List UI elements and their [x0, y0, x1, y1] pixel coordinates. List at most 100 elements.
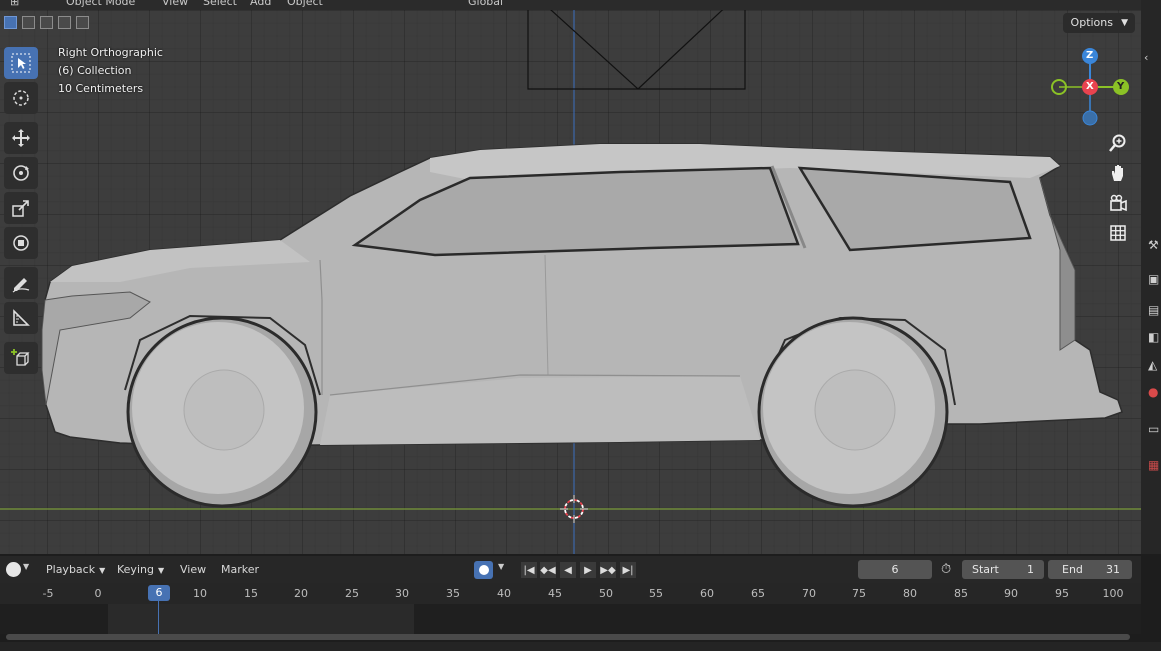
output-icon[interactable]: ▤ [1148, 303, 1161, 317]
clock-icon[interactable] [6, 562, 21, 577]
frame-ruler[interactable]: -5 0 6 10 15 20 25 30 35 40 45 50 55 60 … [0, 583, 1141, 604]
play-reverse-icon[interactable]: ◀ [560, 562, 576, 578]
gizmo-z-label[interactable]: Z [1086, 50, 1093, 61]
jump-end-icon[interactable]: ▶| [620, 562, 636, 578]
next-keyframe-icon[interactable]: ▶◆ [600, 562, 616, 578]
scale-icon [12, 200, 29, 217]
add-cube-icon [11, 349, 30, 366]
timeline-track[interactable] [0, 604, 1141, 634]
ruler-tick: 20 [294, 587, 308, 600]
collection-icon[interactable]: ▭ [1148, 422, 1161, 436]
end-frame-field[interactable]: End 31 [1048, 560, 1132, 579]
ruler-tick: 0 [94, 587, 102, 600]
jump-start-icon[interactable]: |◀ [521, 562, 537, 578]
ruler-tick: 40 [497, 587, 511, 600]
scene-canvas [0, 10, 1141, 554]
record-icon [479, 565, 489, 575]
ruler-tick: 70 [802, 587, 816, 600]
cursor-arrow-icon [11, 53, 31, 73]
menu-keying[interactable]: Keying ▼ [117, 563, 164, 576]
playhead[interactable] [158, 600, 159, 636]
ruler-icon [13, 309, 30, 326]
status-bar [0, 642, 1161, 651]
pencil-icon [12, 278, 30, 293]
orientation-dropdown[interactable]: Global [468, 0, 503, 8]
crosshair-circle-icon [13, 90, 29, 106]
ruler-tick: 75 [852, 587, 866, 600]
ruler-tick: 50 [599, 587, 613, 600]
timeline-header: ▼ Playback ▼ Keying ▼ View Marker ▼ |◀ ◆◀ … [0, 556, 1141, 583]
menu-view[interactable]: View [162, 0, 188, 8]
ruler-tick: 65 [751, 587, 765, 600]
ruler-tick: 10 [193, 587, 207, 600]
view-layer-icon[interactable]: ◧ [1148, 330, 1161, 344]
viewport-header: ⊞ Object Mode View Select Add Object Glo… [0, 0, 1141, 10]
rear-wheel [757, 316, 949, 508]
menu-playback[interactable]: Playback ▼ [46, 563, 105, 576]
camera-outline [527, 10, 746, 90]
menu-view[interactable]: View [180, 563, 206, 576]
select-box-tool[interactable] [4, 47, 38, 79]
zoom-icon[interactable] [1104, 129, 1132, 157]
ruler-tick: 30 [395, 587, 409, 600]
menu-select[interactable]: Select [203, 0, 237, 8]
play-icon[interactable]: ▶ [580, 562, 596, 578]
add-cube-tool[interactable] [4, 342, 38, 374]
chevron-down-icon[interactable]: ▼ [23, 562, 29, 571]
ruler-tick: -5 [42, 587, 54, 600]
render-icon[interactable]: ▣ [1148, 272, 1161, 286]
current-frame-indicator[interactable]: 6 [148, 585, 170, 601]
gizmo-y-label[interactable]: Y [1117, 81, 1124, 92]
tool-settings-icon[interactable]: ⚒ [1148, 238, 1161, 252]
move-tool[interactable] [4, 122, 38, 154]
end-value: 31 [1106, 563, 1120, 576]
editor-type-icon[interactable]: ⊞ [10, 0, 19, 8]
menu-marker[interactable]: Marker [221, 563, 259, 576]
ruler-tick: 45 [548, 587, 562, 600]
rotate-tool[interactable] [4, 157, 38, 189]
measure-tool[interactable] [4, 302, 38, 334]
collapse-arrow-icon[interactable]: ‹ [1144, 51, 1148, 64]
move-arrows-icon [12, 129, 30, 147]
cursor-tool[interactable] [4, 82, 38, 114]
world-icon[interactable]: ● [1148, 385, 1161, 399]
annotate-tool[interactable] [4, 267, 38, 299]
camera-icon[interactable] [1104, 189, 1132, 217]
current-frame-field[interactable]: 6 [858, 560, 932, 579]
transform-icon [13, 235, 29, 251]
ruler-tick: 85 [954, 587, 968, 600]
3d-viewport[interactable]: Right Orthographic (6) Collection 10 Cen… [0, 10, 1141, 554]
gizmo-x-label[interactable]: X [1086, 81, 1094, 92]
grid-icon[interactable] [1104, 219, 1132, 247]
stopwatch-icon[interactable]: ⏱ [941, 562, 951, 577]
start-value: 1 [1027, 563, 1034, 576]
start-frame-field[interactable]: Start 1 [962, 560, 1044, 579]
menu-add[interactable]: Add [250, 0, 271, 8]
menu-object[interactable]: Object [287, 0, 323, 8]
start-label: Start [972, 563, 999, 576]
ruler-tick: 55 [649, 587, 663, 600]
ruler-tick: 95 [1055, 587, 1069, 600]
hand-pan-icon[interactable] [1104, 159, 1132, 187]
scene-icon[interactable]: ◭ [1148, 358, 1161, 372]
ruler-tick: 80 [903, 587, 917, 600]
texture-icon[interactable]: ▦ [1148, 458, 1161, 472]
ruler-tick: 35 [446, 587, 460, 600]
prev-keyframe-icon[interactable]: ◆◀ [540, 562, 556, 578]
auto-key-button[interactable] [474, 561, 493, 579]
ruler-tick: 100 [1102, 587, 1124, 600]
front-wheel [126, 316, 318, 508]
rotate-icon [13, 165, 29, 181]
ruler-tick: 90 [1004, 587, 1018, 600]
end-label: End [1062, 563, 1083, 576]
frame-range-highlight [108, 604, 414, 634]
ruler-tick: 60 [700, 587, 714, 600]
transform-tool[interactable] [4, 227, 38, 259]
ruler-tick: 25 [345, 587, 359, 600]
timeline-scrollbar[interactable] [6, 634, 1130, 640]
chevron-down-icon[interactable]: ▼ [498, 562, 504, 571]
car-model [41, 143, 1123, 508]
ruler-tick: 15 [244, 587, 258, 600]
scale-tool[interactable] [4, 192, 38, 224]
mode-dropdown[interactable]: Object Mode [66, 0, 135, 8]
